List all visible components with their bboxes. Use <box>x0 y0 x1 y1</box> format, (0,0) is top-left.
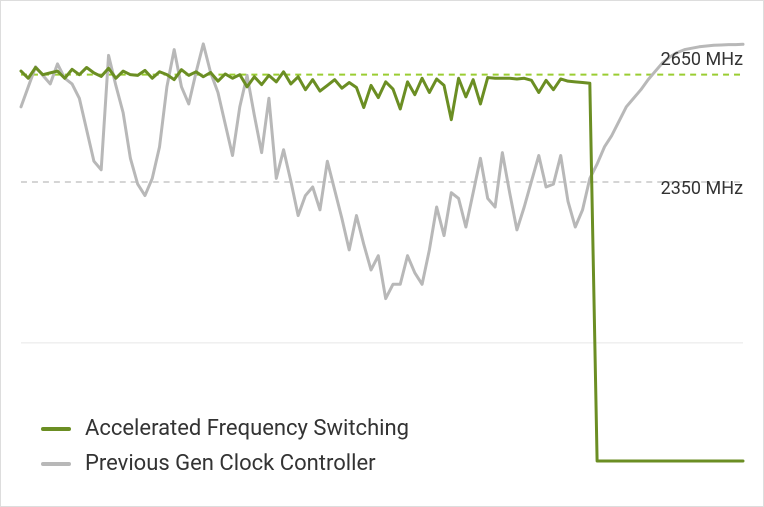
reference-label-upper: 2650 MHz <box>661 49 743 70</box>
chart-frame: 2650 MHz 2350 MHz Accelerated Frequency … <box>0 0 764 507</box>
legend: Accelerated Frequency Switching Previous… <box>41 416 409 476</box>
legend-swatch-icon <box>41 427 71 431</box>
reference-label-lower: 2350 MHz <box>661 178 743 199</box>
legend-label: Accelerated Frequency Switching <box>85 416 409 441</box>
legend-label: Previous Gen Clock Controller <box>85 451 376 476</box>
legend-item-accelerated: Accelerated Frequency Switching <box>41 416 409 441</box>
legend-swatch-icon <box>41 462 71 466</box>
legend-item-previous-gen: Previous Gen Clock Controller <box>41 451 409 476</box>
series-accelerated <box>21 68 743 462</box>
series-previous-gen <box>21 44 743 299</box>
